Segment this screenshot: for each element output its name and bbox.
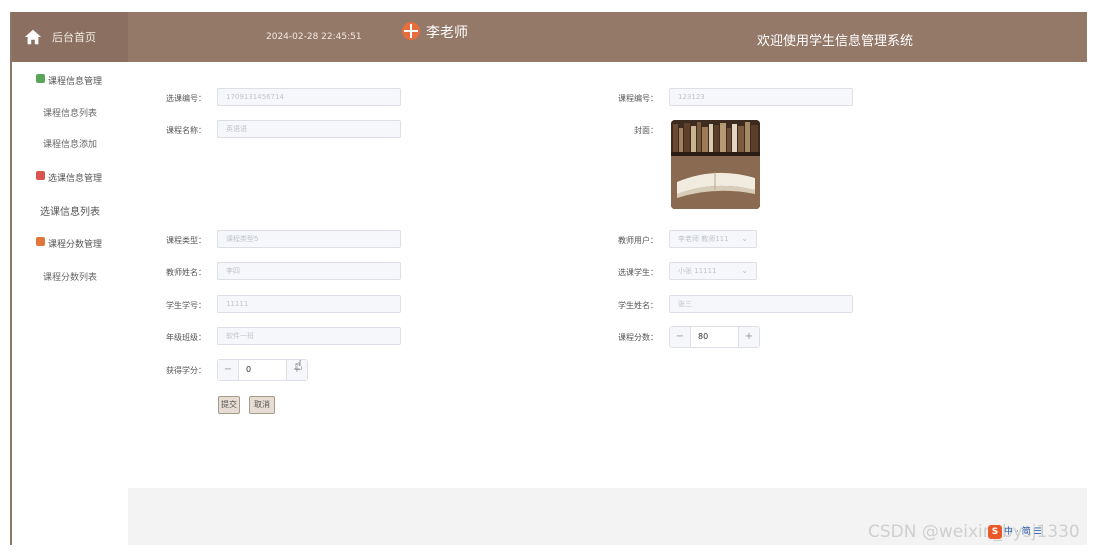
score-value[interactable]: 80	[698, 332, 708, 341]
home-icon	[24, 29, 42, 45]
current-datetime: 2024-02-28 22:45:51	[266, 32, 362, 42]
student-name-label: 学生姓名：	[618, 301, 658, 310]
ime-status: 中 · 简 ☰	[1004, 527, 1042, 537]
grade-label: 年级班级：	[166, 333, 206, 342]
teacher-name-label: 教师姓名：	[166, 268, 206, 277]
course-no-label: 课程编号：	[618, 94, 658, 103]
sidebar-group-label: 选课信息管理	[48, 174, 103, 184]
user-avatar-icon	[402, 22, 420, 40]
user-name: 李老师	[426, 25, 468, 41]
sidebar-item-course-add[interactable]: 课程信息添加	[12, 137, 128, 150]
credit-label: 获得学分：	[166, 366, 206, 375]
course-type-label: 课程类型：	[166, 236, 206, 245]
teacher-user-select[interactable]: 李老师 教师111 ⌄	[669, 230, 757, 248]
book-photo-icon	[671, 120, 760, 209]
chevron-down-icon: ⌄	[741, 234, 748, 243]
welcome-title: 欢迎使用学生信息管理系统	[757, 34, 914, 49]
sidebar-item-score-list[interactable]: 课程分数列表	[12, 270, 128, 283]
student-no-label: 学生学号：	[166, 301, 206, 310]
submit-button[interactable]: 提交	[218, 396, 240, 414]
student-name-input[interactable]: 张三	[669, 295, 853, 313]
cover-label: 封面：	[634, 126, 658, 135]
xuanke-no-input[interactable]: 1709131456714	[217, 88, 401, 106]
plus-icon[interactable]: +	[738, 327, 759, 347]
student-no-input[interactable]: 11111	[217, 295, 401, 313]
minus-icon[interactable]: −	[670, 327, 691, 347]
course-no-input[interactable]: 123123	[669, 88, 853, 106]
score-label: 课程分数：	[618, 333, 658, 342]
database-icon	[36, 171, 45, 180]
hand-cursor-icon: ☝	[294, 358, 303, 374]
home-button[interactable]: 后台首页	[12, 12, 128, 62]
student-select[interactable]: 小张 11111 ⌄	[669, 262, 757, 280]
teacher-name-input[interactable]: 李四	[217, 262, 401, 280]
chevron-down-icon: ⌄	[741, 266, 748, 275]
teacher-user-label: 教师用户：	[618, 236, 658, 245]
sidebar: 课程信息管理 课程信息列表 课程信息添加 选课信息管理 选课信息列表 课程分数管…	[12, 62, 128, 545]
top-header: 后台首页 2024-02-28 22:45:51 李老师 欢迎使用学生信息管理系…	[12, 12, 1087, 62]
course-type-input[interactable]: 课程类型5	[217, 230, 401, 248]
ime-toolbar[interactable]: S中 · 简 ☰	[988, 524, 1084, 540]
course-name-label: 课程名称：	[166, 126, 206, 135]
cancel-button[interactable]: 取消	[249, 396, 275, 414]
xuanke-no-label: 选课编号：	[166, 94, 206, 103]
student-value: 小张 11111	[678, 267, 717, 275]
teacher-user-value: 李老师 教师111	[678, 235, 729, 243]
score-stepper[interactable]: − 80 +	[669, 326, 760, 348]
app-frame: 后台首页 2024-02-28 22:45:51 李老师 欢迎使用学生信息管理系…	[12, 12, 1087, 545]
student-label: 选课学生：	[618, 268, 658, 277]
sidebar-item-selection-list[interactable]: 选课信息列表	[12, 203, 128, 218]
grid-icon	[36, 237, 45, 246]
sidebar-group-label: 课程分数管理	[48, 240, 103, 250]
course-name-input[interactable]: 英语语	[217, 120, 401, 138]
sidebar-item-course-list[interactable]: 课程信息列表	[12, 106, 128, 119]
sidebar-group-label: 课程信息管理	[48, 77, 103, 87]
chat-icon	[36, 74, 45, 83]
home-label: 后台首页	[52, 31, 96, 44]
cover-image	[671, 120, 760, 209]
credit-value[interactable]: 0	[246, 365, 251, 374]
grade-input[interactable]: 软件一班	[217, 327, 401, 345]
minus-icon[interactable]: −	[218, 360, 239, 380]
ime-logo-icon: S	[988, 525, 1002, 539]
